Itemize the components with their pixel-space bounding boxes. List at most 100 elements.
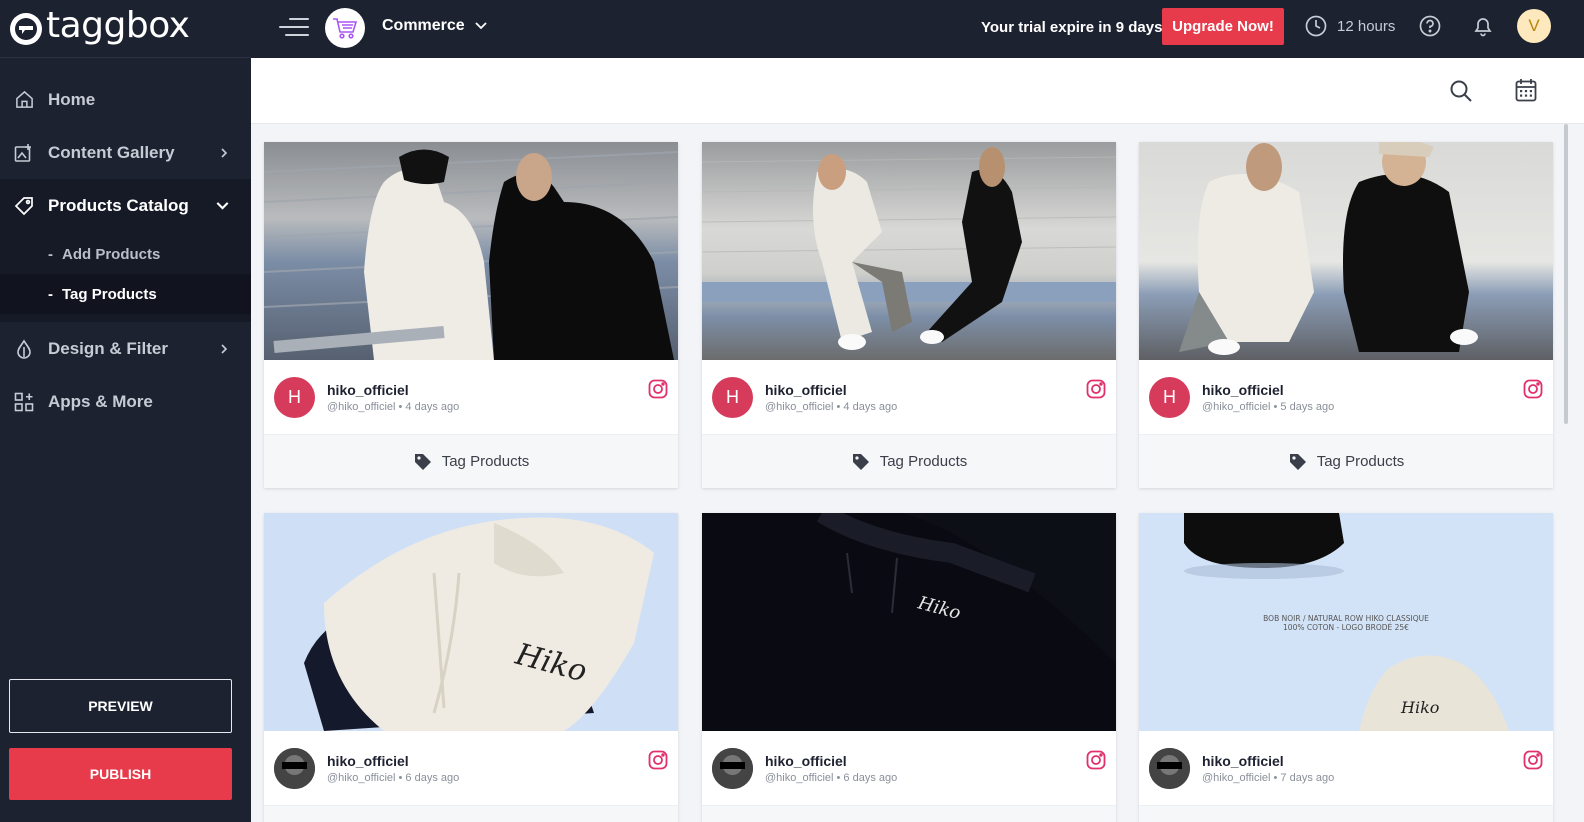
tag-products-button[interactable]: Tag Products [1139,434,1553,488]
sidebar-item-label: Products Catalog [48,195,189,215]
content-gallery-icon [14,143,34,163]
post-username: hiko_officiel [327,381,409,398]
scrollbar-thumb[interactable] [1564,124,1568,424]
post-photo[interactable] [264,142,678,360]
tag-products-label: Tag Products [879,453,968,470]
clock-icon [1305,15,1327,37]
user-avatar [1149,747,1190,789]
tag-icon [1289,453,1306,470]
instagram-icon [1086,379,1106,399]
sidebar-item-content-gallery[interactable]: Content Gallery [0,126,251,179]
user-avatar[interactable]: V [1517,9,1551,43]
post-handle: @hiko_officiel [765,771,834,784]
dash-bullet: - [48,245,53,263]
sidebar-item-label: Home [48,89,96,109]
top-bar: Commerce Your trial expire in 9 days. Up… [251,0,1584,58]
home-icon [14,90,34,110]
publish-button[interactable]: PUBLISH [9,748,232,800]
post-card[interactable]: Hiko hiko_officiel @hiko_officiel • 6 da… [264,513,678,822]
bucket-caption-line-1: BOB NOIR / NATURAL ROW HIKO CLASSIQUE [1263,614,1429,623]
scrollbar[interactable] [1564,124,1568,822]
post-card[interactable]: H hiko_officiel @hiko_officiel • 5 days … [1139,142,1553,488]
sidebar-subitem-label: Add Products [62,245,161,263]
products-catalog-submenu: - Add Products - Tag Products [0,232,251,322]
sidebar: taggbox Home Content Gallery Products Ca… [0,0,251,822]
post-card[interactable]: Hiko hiko_officiel @hiko_officiel • 6 da… [702,513,1116,822]
upgrade-button[interactable]: Upgrade Now! [1162,8,1284,45]
tag-products-button[interactable]: Tag Products [702,434,1116,488]
help-icon[interactable] [1419,15,1441,42]
post-meta: hiko_officiel @hiko_officiel • 6 days ag… [264,731,678,805]
post-handle: @hiko_officiel [327,400,396,413]
search-icon[interactable] [1449,79,1473,108]
brand-logo[interactable]: taggbox [0,0,251,58]
user-avatar [274,747,315,789]
sidebar-subitem-tag-products[interactable]: - Tag Products [0,274,251,314]
sidebar-subitem-add-products[interactable]: - Add Products [0,234,251,274]
chevron-right-icon [221,147,228,158]
sidebar-item-apps-more[interactable]: Apps & More [0,375,251,428]
user-avatar [712,747,753,789]
calendar-icon[interactable] [1515,78,1537,107]
post-meta: hiko_officiel @hiko_officiel • 6 days ag… [702,731,1116,805]
sidebar-item-label: Apps & More [48,391,153,411]
post-username: hiko_officiel [765,752,847,769]
post-age: 4 days ago [405,400,460,413]
instagram-icon [1523,379,1543,399]
chevron-right-icon [221,343,228,354]
tag-products-button[interactable] [702,805,1116,822]
post-age: 5 days ago [1280,400,1335,413]
post-photo[interactable]: BOB NOIR / NATURAL ROW HIKO CLASSIQUE 10… [1139,513,1553,731]
post-age: 6 days ago [843,771,898,784]
tag-products-button[interactable] [1139,805,1553,822]
sidebar-item-home[interactable]: Home [0,73,251,126]
post-username: hiko_officiel [1202,752,1284,769]
post-meta: H hiko_officiel @hiko_officiel • 4 days … [702,360,1116,434]
cart-icon [325,8,365,48]
post-username: hiko_officiel [327,752,409,769]
sidebar-item-label: Design & Filter [48,338,168,358]
workspace-name: Commerce [382,17,465,34]
apps-grid-icon [14,392,34,412]
tag-icon [852,453,869,470]
tag-products-label: Tag Products [1316,453,1405,470]
workspace-selector[interactable]: Commerce [382,17,487,35]
post-meta: H hiko_officiel @hiko_officiel • 5 days … [1139,360,1553,434]
post-age: 7 days ago [1280,771,1335,784]
preview-button[interactable]: PREVIEW [9,679,232,733]
tag-products-button[interactable]: Tag Products [264,434,678,488]
notification-bell-icon[interactable] [1472,15,1494,42]
post-photo[interactable] [702,142,1116,360]
bucket-caption-line-2: 100% COTON - LOGO BRODÉ 25€ [1283,623,1409,632]
time-remaining-label: 12 hours [1337,17,1396,35]
post-card[interactable]: H hiko_officiel @hiko_officiel • 4 days … [264,142,678,488]
time-remaining[interactable]: 12 hours [1305,15,1395,37]
post-photo[interactable]: Hiko [702,513,1116,731]
instagram-icon [1523,750,1543,770]
post-grid: H hiko_officiel @hiko_officiel • 4 days … [251,124,1584,822]
menu-toggle-icon[interactable] [279,14,309,40]
post-card[interactable]: BOB NOIR / NATURAL ROW HIKO CLASSIQUE 10… [1139,513,1553,822]
dash-bullet: - [48,285,53,303]
tag-products-label: Tag Products [441,453,530,470]
post-handle: @hiko_officiel [1202,771,1271,784]
instagram-icon [648,379,668,399]
post-meta: H hiko_officiel @hiko_officiel • 4 days … [264,360,678,434]
post-handle: @hiko_officiel [1202,400,1271,413]
post-handle: @hiko_officiel [765,400,834,413]
sidebar-item-products-catalog[interactable]: Products Catalog [0,179,251,232]
instagram-icon [648,750,668,770]
post-meta: hiko_officiel @hiko_officiel • 7 days ag… [1139,731,1553,805]
chevron-down-icon [475,22,487,30]
tag-products-button[interactable] [264,805,678,822]
post-username: hiko_officiel [765,381,847,398]
post-photo[interactable]: Hiko [264,513,678,731]
tag-icon [414,453,431,470]
sidebar-item-design-filter[interactable]: Design & Filter [0,322,251,375]
instagram-icon [1086,750,1106,770]
content-toolbar [251,58,1584,124]
post-age: 6 days ago [405,771,460,784]
post-photo[interactable] [1139,142,1553,360]
tag-icon [14,196,34,216]
post-card[interactable]: H hiko_officiel @hiko_officiel • 4 days … [702,142,1116,488]
